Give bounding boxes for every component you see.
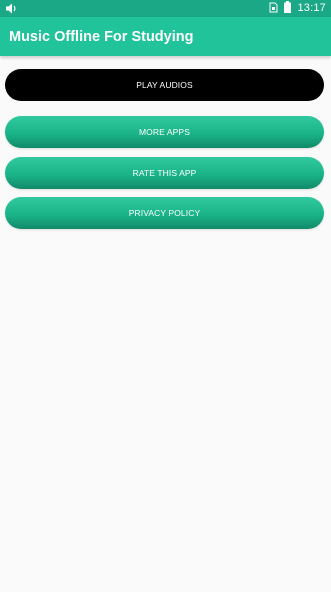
status-bar: 13:17 bbox=[0, 0, 331, 17]
app-toolbar: Music Offline For Studying bbox=[0, 17, 331, 56]
privacy-policy-label: PRIVACY POLICY bbox=[128, 208, 201, 218]
status-indicators: 13:17 bbox=[269, 0, 326, 17]
play-audios-label: PLAY AUDIOS bbox=[136, 80, 193, 90]
more-apps-label: MORE APPS bbox=[139, 127, 190, 137]
sim-icon bbox=[269, 0, 278, 18]
speaker-icon bbox=[5, 2, 19, 15]
status-time: 13:17 bbox=[297, 2, 326, 14]
play-audios-button[interactable]: PLAY AUDIOS bbox=[5, 69, 324, 101]
rate-app-button[interactable]: RATE THIS APP bbox=[5, 157, 324, 189]
app-screen: 13:17 Music Offline For Studying PLAY AU… bbox=[0, 0, 331, 592]
page-title: Music Offline For Studying bbox=[9, 29, 194, 45]
rate-app-label: RATE THIS APP bbox=[132, 168, 197, 178]
battery-icon bbox=[284, 0, 292, 18]
more-apps-button[interactable]: MORE APPS bbox=[5, 116, 324, 148]
privacy-policy-button[interactable]: PRIVACY POLICY bbox=[5, 197, 324, 229]
